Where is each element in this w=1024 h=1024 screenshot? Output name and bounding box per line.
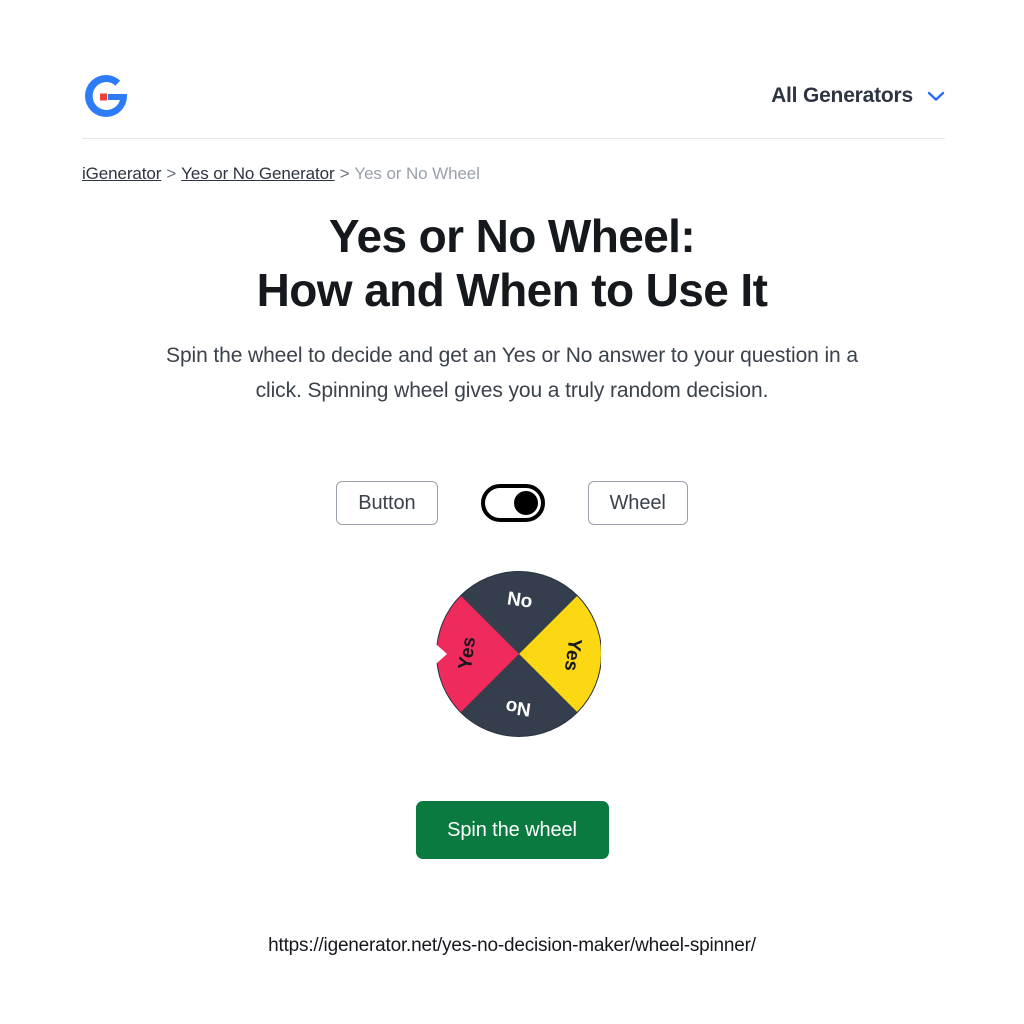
igenerator-g-logo-icon[interactable] (82, 70, 130, 122)
all-generators-label: All Generators (771, 84, 913, 107)
toggle-knob (513, 491, 538, 515)
spin-button-wrapper: Spin the wheel (0, 801, 1024, 859)
wheel-label-bottom: No (504, 695, 532, 719)
wheel-label-top: No (506, 588, 534, 612)
all-generators-menu[interactable]: All Generators (771, 84, 945, 108)
page-root: All Generators iGenerator > Yes or No Gene… (0, 0, 1024, 1024)
breadcrumb: iGenerator > Yes or No Generator > Yes or No… (82, 164, 480, 184)
breadcrumb-separator: > (339, 164, 350, 183)
intro-paragraph: Spin the wheel to decide and get an Yes … (166, 344, 858, 402)
chevron-down-icon (927, 91, 945, 101)
yes-no-wheel[interactable]: No Yes No Yes (423, 566, 601, 742)
mode-option-button[interactable]: Button (336, 481, 438, 525)
page-title-line-1: Yes or No Wheel: (328, 210, 696, 262)
logo-svg (85, 75, 127, 117)
breadcrumb-item-yes-or-no-wheel: Yes or No Wheel (354, 164, 480, 183)
breadcrumb-separator: > (166, 164, 177, 183)
spin-the-wheel-button[interactable]: Spin the wheel (415, 801, 609, 859)
page-title: Yes or No Wheel: How and When to Use It (0, 209, 1024, 317)
breadcrumb-item-yes-or-no-generator[interactable]: Yes or No Generator (181, 164, 335, 183)
site-header: All Generators (82, 54, 945, 138)
page-title-line-2: How and When to Use It (256, 264, 768, 316)
breadcrumb-item-igenerator[interactable]: iGenerator (82, 164, 161, 183)
mode-selector: Button Wheel (0, 481, 1024, 525)
header-divider (82, 138, 945, 139)
mode-option-wheel[interactable]: Wheel (587, 481, 688, 525)
mode-toggle-switch[interactable] (480, 484, 545, 522)
wheel-container[interactable]: No Yes No Yes (0, 566, 1024, 742)
page-url-text: https://igenerator.net/yes-no-decision-m… (268, 935, 756, 956)
